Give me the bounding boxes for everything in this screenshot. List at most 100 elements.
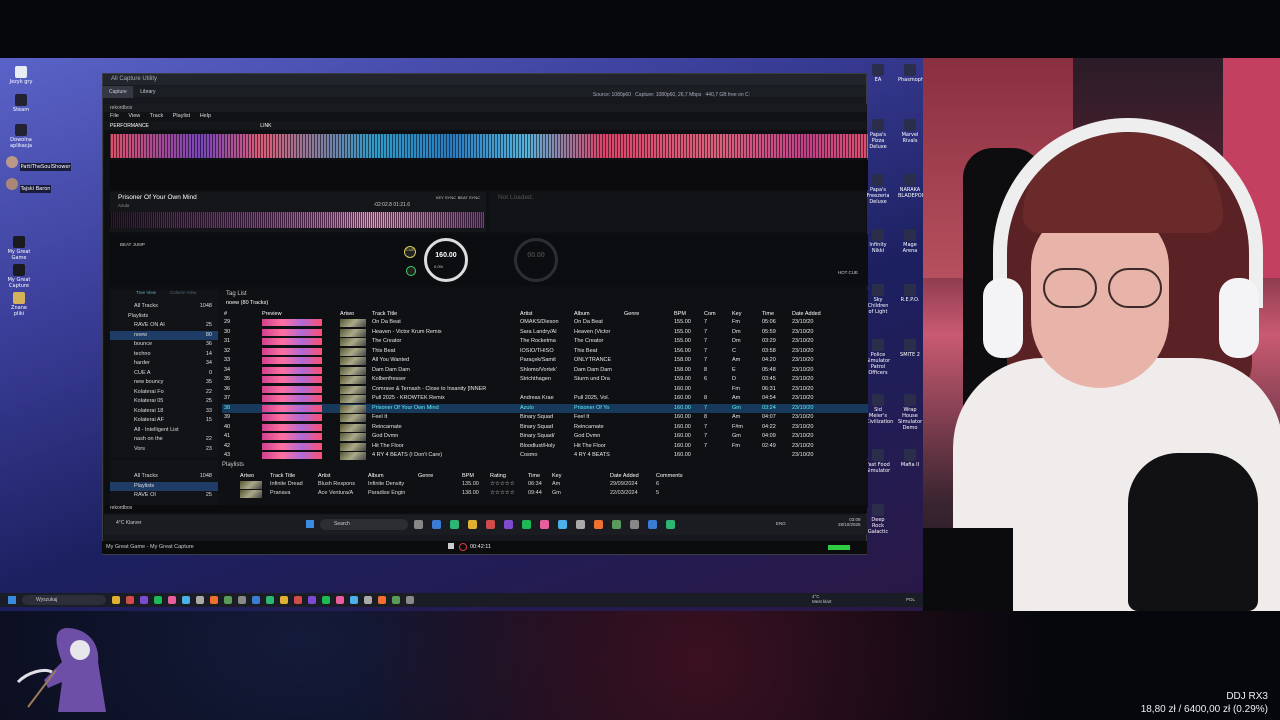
desktop-icon[interactable]: Steam bbox=[8, 94, 34, 113]
cue-button[interactable]: CUE bbox=[404, 246, 416, 258]
column-header[interactable]: Key bbox=[552, 472, 572, 480]
menu-view[interactable]: View bbox=[128, 113, 140, 119]
desktop-icon[interactable]: Police Simulator Patrol Officers bbox=[866, 339, 890, 376]
tree-item[interactable]: All Tracks 1048 bbox=[110, 472, 218, 482]
taskbar-app-icon[interactable] bbox=[238, 596, 246, 604]
desktop-icon[interactable]: Phasmophobia bbox=[898, 64, 923, 83]
tree-item[interactable]: All - Intelligent List bbox=[110, 426, 218, 436]
taskbar-app-icon[interactable] bbox=[252, 596, 260, 604]
table-row[interactable]: 36 Comrave & Ternash - Close to Insanity … bbox=[222, 385, 868, 395]
record-icon[interactable] bbox=[459, 543, 467, 551]
deck2-jog[interactable] bbox=[514, 238, 558, 282]
column-header[interactable]: Com bbox=[704, 310, 718, 318]
table-row[interactable]: 34 Dam Dam Dam Shlomo/Vortek' Dam Dam Dam 15… bbox=[222, 366, 868, 376]
column-header[interactable]: Comments bbox=[656, 472, 686, 480]
taskbar-app-icon[interactable] bbox=[140, 596, 148, 604]
preview-waveform[interactable] bbox=[262, 376, 322, 383]
column-header[interactable]: Preview bbox=[262, 310, 322, 318]
tree-item[interactable]: Kolaterai AF 15 bbox=[110, 416, 218, 426]
menu-track[interactable]: Track bbox=[150, 113, 164, 119]
mode-selector[interactable]: PERFORMANCE bbox=[110, 123, 149, 129]
desktop-icon[interactable]: My Great Capture bbox=[6, 264, 32, 289]
preview-waveform[interactable] bbox=[262, 366, 322, 374]
desktop-icon[interactable]: Sky Children of Light bbox=[866, 284, 890, 315]
taskbar-app-icon[interactable] bbox=[336, 596, 344, 604]
column-header[interactable]: BPM bbox=[674, 310, 698, 318]
desktop-icon[interactable]: Jezyk gry bbox=[8, 66, 34, 85]
tree-item[interactable]: new bouncy 35 bbox=[110, 378, 218, 388]
desktop-icon[interactable]: My Great Game bbox=[6, 236, 32, 261]
windows-start-icon[interactable] bbox=[306, 520, 314, 528]
table-row[interactable]: 38 Prisoner Of Your Own Mind Azulo Prisoner… bbox=[222, 403, 868, 413]
desktop-icon[interactable]: SMITE 2 bbox=[898, 339, 922, 358]
desktop-icon[interactable]: Marvel Rivals bbox=[898, 119, 922, 144]
tab-capture[interactable]: Capture bbox=[103, 86, 133, 98]
taskbar-app-icon[interactable] bbox=[308, 596, 316, 604]
taskbar-app-icon[interactable] bbox=[594, 520, 603, 529]
desktop-icon[interactable]: R.E.P.O. bbox=[898, 284, 922, 303]
table-row[interactable]: 32 This Beat IOSIO/THISO This Beat 156.00 7 C 0… bbox=[222, 347, 868, 357]
table-row[interactable]: Pranava Ace Ventura/A Paradise Engin 138.00… bbox=[222, 489, 862, 498]
preview-waveform[interactable] bbox=[262, 433, 322, 440]
taskbar-app-icon[interactable] bbox=[196, 596, 204, 604]
tree-item[interactable]: All Tracks 1048 bbox=[110, 302, 218, 312]
overview-waveform[interactable] bbox=[110, 134, 868, 158]
desktop-icon[interactable]: Mafia II bbox=[898, 449, 922, 468]
key-sync-button[interactable]: KEY SYNC bbox=[436, 195, 456, 200]
outer-search-box[interactable]: Wyszukaj bbox=[22, 595, 106, 605]
column-header[interactable]: Album bbox=[368, 472, 414, 480]
preview-waveform[interactable] bbox=[262, 414, 322, 421]
column-header[interactable]: Time bbox=[762, 310, 786, 318]
table-row[interactable]: 33 All You Wanted Paraçek/Samit ONLYTRANCE 1… bbox=[222, 356, 868, 366]
preview-waveform[interactable] bbox=[262, 347, 322, 355]
desktop-icon[interactable]: Deep Rock Galactic bbox=[866, 504, 890, 535]
table-row[interactable]: 35 Kolbenfresser Strichthagen Sturm und Dra… bbox=[222, 375, 868, 385]
table-row[interactable]: 30 Heaven - Victor Krum Remix Sara Landry/… bbox=[222, 328, 868, 338]
taskbar-app-icon[interactable] bbox=[612, 520, 621, 529]
taskbar-app-icon[interactable] bbox=[406, 596, 414, 604]
taskbar-app-icon[interactable] bbox=[414, 520, 423, 529]
column-view-tab[interactable]: Column View bbox=[170, 290, 196, 295]
preview-waveform[interactable] bbox=[262, 338, 322, 345]
taskbar-app-icon[interactable] bbox=[504, 520, 513, 529]
taskbar-app-icon[interactable] bbox=[224, 596, 232, 604]
preview-waveform[interactable] bbox=[262, 404, 322, 412]
table-row[interactable]: 29 On Da Beat OMAKS/Dieson On Da Beat 155.00… bbox=[222, 318, 868, 328]
column-header[interactable]: # bbox=[224, 310, 234, 318]
desktop-icon[interactable]: Dowolna aplikacja bbox=[8, 124, 34, 149]
deck1-waveform[interactable] bbox=[110, 212, 484, 228]
link-button[interactable]: LINK bbox=[260, 123, 271, 129]
tree-item[interactable]: nash on the 22 bbox=[110, 435, 218, 445]
menu-playlist[interactable]: Playlist bbox=[173, 113, 190, 119]
tree-item[interactable]: harder 34 bbox=[110, 359, 218, 369]
taskbar-app-icon[interactable] bbox=[432, 520, 441, 529]
table-row[interactable]: 31 The Creator The Rocketma The Creator 155.… bbox=[222, 337, 868, 347]
taskbar-app-icon[interactable] bbox=[280, 596, 288, 604]
taskbar-app-icon[interactable] bbox=[126, 596, 134, 604]
column-header[interactable]: Genre bbox=[418, 472, 458, 480]
taskbar-app-icon[interactable] bbox=[468, 520, 477, 529]
taskbar-app-icon[interactable] bbox=[540, 520, 549, 529]
column-header[interactable]: Genre bbox=[624, 310, 664, 318]
column-header[interactable]: Date Added bbox=[610, 472, 650, 480]
taskbar-app-icon[interactable] bbox=[558, 520, 567, 529]
column-header[interactable]: Rating bbox=[490, 472, 524, 480]
taskbar-app-icon[interactable] bbox=[182, 596, 190, 604]
column-header[interactable]: Track Title bbox=[372, 310, 520, 318]
taskbar-app-icon[interactable] bbox=[486, 520, 495, 529]
taskbar-app-icon[interactable] bbox=[364, 596, 372, 604]
table-row[interactable]: 42 Hit The Floor Bloodlust/Holy Hit The Flo… bbox=[222, 442, 868, 452]
tree-item[interactable]: bounce 36 bbox=[110, 340, 218, 350]
deck1-jog[interactable] bbox=[424, 238, 468, 282]
taskbar-app-icon[interactable] bbox=[112, 596, 120, 604]
desktop-icon[interactable]: Papa's Freezeria Deluxe bbox=[866, 174, 890, 205]
table-row[interactable]: 41 God Dvmn Binary Squad/God Dvmn 160.00 7 Gm… bbox=[222, 432, 868, 442]
menu-file[interactable]: File bbox=[110, 113, 119, 119]
tree-item[interactable]: Kolaterai 18 33 bbox=[110, 407, 218, 417]
taskbar-app-icon[interactable] bbox=[210, 596, 218, 604]
column-header[interactable]: Artist bbox=[318, 472, 364, 480]
column-header[interactable]: Artwo bbox=[340, 310, 370, 318]
tree-item[interactable]: Playlists bbox=[110, 481, 218, 491]
tag-list[interactable]: Tag List bbox=[222, 290, 868, 299]
preview-waveform[interactable] bbox=[262, 395, 322, 402]
